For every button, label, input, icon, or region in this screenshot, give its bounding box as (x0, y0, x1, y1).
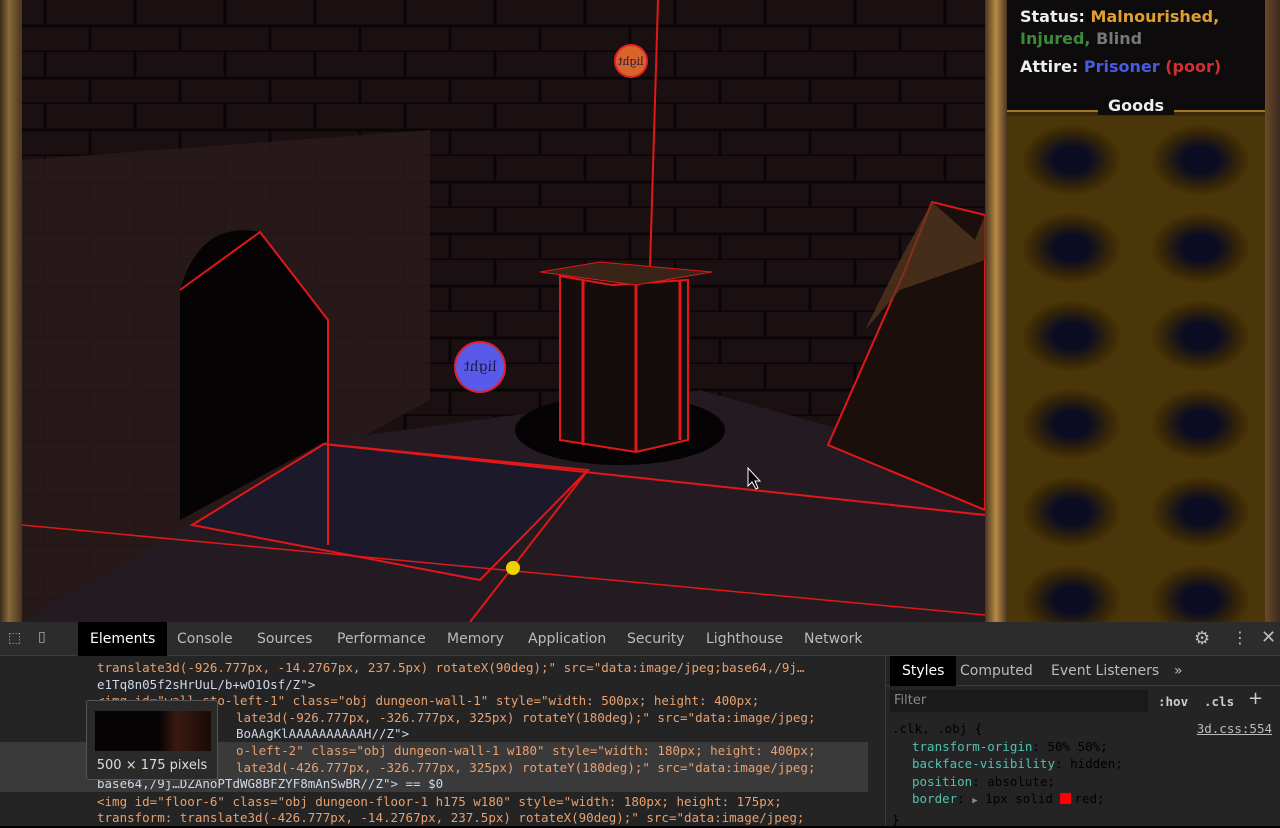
status-label: Status: (1020, 7, 1085, 26)
tab-sources[interactable]: Sources (245, 622, 324, 656)
tab-performance[interactable]: Performance (325, 622, 438, 656)
code-line[interactable]: late3d(-926.777px, -326.777px, 325px) ro… (236, 710, 815, 727)
character-panel: Status: Malnourished, Injured, Blind Att… (1007, 0, 1265, 622)
goods-slot[interactable] (1007, 292, 1136, 380)
goods-slot[interactable] (1136, 380, 1265, 468)
styles-filter-input[interactable]: Filter (890, 690, 1148, 712)
goods-slot[interactable] (1007, 204, 1136, 292)
settings-gear-icon[interactable]: ⚙ (1194, 628, 1210, 649)
tab-application[interactable]: Application (516, 622, 618, 656)
goods-slot[interactable] (1136, 116, 1265, 204)
css-prop[interactable]: position: absolute; (892, 773, 1272, 791)
expand-arrow-icon[interactable]: ▶ (972, 796, 977, 806)
tab-network[interactable]: Network (792, 622, 874, 656)
image-preview-thumbnail (95, 711, 211, 751)
hov-toggle[interactable]: :hov (1158, 694, 1188, 709)
goods-slot[interactable] (1007, 468, 1136, 556)
goods-slot[interactable] (1007, 556, 1136, 622)
more-options-icon[interactable]: ⋮ (1232, 628, 1248, 647)
new-rule-button[interactable]: + (1248, 688, 1263, 709)
status-malnourished: Malnourished, (1091, 7, 1220, 26)
inspect-element-icon[interactable]: ⬚ (8, 630, 21, 646)
styles-pane: StylesComputedEvent Listeners» Filter :h… (885, 656, 1280, 826)
rule-selector: .clk, .obj { (892, 721, 982, 736)
styles-tab-3[interactable]: » (1162, 656, 1195, 686)
code-line[interactable]: translate3d(-926.777px, -14.2767px, 237.… (97, 660, 804, 677)
styles-tab-0[interactable]: Styles (890, 656, 956, 686)
css-rule: .clk, .obj { 3d.css:554 transform-origin:… (892, 720, 1272, 828)
goods-slot[interactable] (1136, 468, 1265, 556)
panel-frame (985, 0, 1007, 622)
rule-source-link[interactable]: 3d.css:554 (1197, 720, 1272, 738)
code-line[interactable]: late3d(-426.777px, -326.777px, 325px) ro… (236, 760, 815, 777)
attire-line: Attire: Prisoner (poor) (1020, 56, 1221, 78)
attire-label: Attire: (1020, 57, 1078, 76)
panel-frame-right (1265, 0, 1280, 622)
attire-value: Prisoner (1084, 57, 1160, 76)
styles-tab-1[interactable]: Computed (948, 656, 1045, 686)
cls-toggle[interactable]: .cls (1204, 694, 1234, 709)
code-line[interactable]: e1Tq8n05f2sHrUuL/b+wO1Osf/Z"> (97, 677, 315, 694)
goods-slot[interactable] (1007, 116, 1136, 204)
orb-label: light (464, 359, 497, 375)
tab-console[interactable]: Console (165, 622, 245, 656)
tab-elements[interactable]: Elements (78, 622, 167, 656)
close-icon[interactable]: ✕ (1261, 627, 1276, 648)
color-swatch[interactable] (1060, 793, 1071, 804)
styles-tabbar: StylesComputedEvent Listeners» (886, 656, 1280, 686)
goods-slot[interactable] (1007, 380, 1136, 468)
code-line[interactable]: BoAAgKlAAAAAAAAAAH//Z"> (236, 726, 409, 743)
status-injured: Injured, (1020, 29, 1091, 48)
tab-lighthouse[interactable]: Lighthouse (694, 622, 795, 656)
tab-memory[interactable]: Memory (435, 622, 516, 656)
attire-quality: (poor) (1165, 57, 1221, 76)
css-prop[interactable]: transform-origin: 50% 50%; (892, 738, 1272, 756)
image-preview-tooltip: 500 × 175 pixels (86, 700, 218, 780)
devtools-tabbar: ⬚ ▯ ElementsConsoleSourcesPerformanceMem… (0, 622, 1280, 656)
code-line[interactable]: transform: translate3d(-426.777px, -14.2… (97, 810, 804, 827)
goods-slot[interactable] (1136, 292, 1265, 380)
player-marker (506, 561, 520, 575)
goods-slot[interactable] (1136, 556, 1265, 622)
orb-label: light (618, 55, 644, 68)
tab-security[interactable]: Security (615, 622, 697, 656)
pillar (560, 276, 688, 452)
code-line[interactable]: <img id="floor-6" class="obj dungeon-flo… (97, 794, 782, 811)
light-orb[interactable]: light (454, 341, 506, 393)
css-prop[interactable]: backface-visibility: hidden; (892, 755, 1272, 773)
css-prop[interactable]: border: ▶ 1px solid red; (892, 790, 1272, 811)
rule-close: } (892, 811, 1272, 828)
goods-grid (1007, 110, 1265, 622)
device-toggle-icon[interactable]: ▯ (38, 629, 46, 645)
dungeon-scene[interactable] (0, 0, 985, 622)
image-dimensions: 500 × 175 pixels (87, 758, 217, 773)
status-blind: Blind (1096, 29, 1142, 48)
styles-tab-2[interactable]: Event Listeners (1039, 656, 1171, 686)
left-frame (0, 0, 22, 622)
goods-title: Goods (1007, 96, 1265, 115)
status-line: Status: Malnourished, Injured, Blind (1020, 6, 1219, 50)
light-orb[interactable]: light (614, 44, 648, 78)
goods-slot[interactable] (1136, 204, 1265, 292)
code-line[interactable]: o-left-2" class="obj dungeon-wall-1 w180… (236, 743, 815, 760)
game-viewport[interactable]: light light Status: Malnourished, Injure… (0, 0, 1280, 622)
goods-title-text: Goods (1098, 96, 1174, 115)
